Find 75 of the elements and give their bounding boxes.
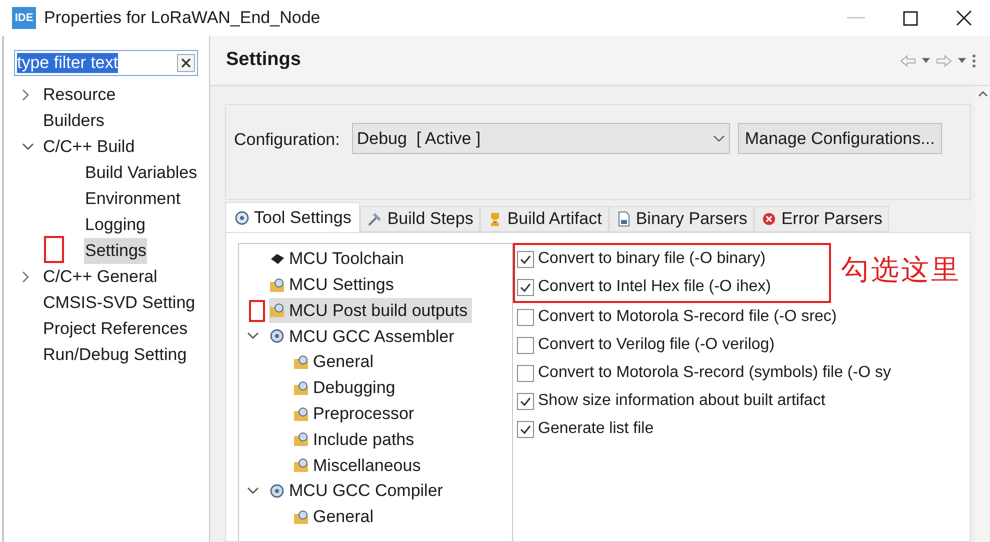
scroll-up-icon[interactable] xyxy=(978,90,988,97)
tree-item[interactable]: MCU Post build outputs xyxy=(269,298,472,324)
tree-item[interactable]: Preprocessor xyxy=(293,400,418,426)
checkbox[interactable] xyxy=(517,392,534,410)
window-title: Properties for LoRaWAN_End_Node xyxy=(44,7,320,30)
tree-item[interactable]: MCU Settings xyxy=(269,272,398,298)
configuration-dropdown[interactable]: Debug [ Active ] xyxy=(352,123,730,154)
nav-item[interactable]: Environment xyxy=(84,186,182,212)
filter-field[interactable]: type filter text xyxy=(14,50,198,76)
page-title: Settings xyxy=(226,48,301,72)
chevron-down-icon xyxy=(712,134,725,142)
tree-item[interactable]: General xyxy=(293,349,378,375)
configuration-label: Configuration: xyxy=(234,129,340,151)
checkbox[interactable] xyxy=(517,420,534,438)
checkbox[interactable] xyxy=(517,308,534,326)
chevron-right-icon[interactable] xyxy=(22,271,30,283)
nav-item[interactable]: CMSIS-SVD Setting xyxy=(42,290,196,316)
hammer-icon xyxy=(367,211,384,227)
dropdown-icon[interactable] xyxy=(922,58,930,63)
tab[interactable]: Build Artifact xyxy=(480,206,609,232)
tree-item[interactable]: MCU Toolchain xyxy=(269,246,408,272)
nav-item[interactable]: Resource xyxy=(42,82,117,108)
nav-item[interactable]: Logging xyxy=(84,212,147,238)
tree-item[interactable]: MCU GCC Assembler xyxy=(269,324,458,350)
tab[interactable]: Error Parsers xyxy=(754,206,890,232)
checkbox-option[interactable]: Convert to Motorola S-record (symbols) file (-O sy xyxy=(517,359,891,387)
tree-item[interactable]: General xyxy=(293,504,378,530)
annotation-box xyxy=(44,236,64,263)
checkbox[interactable] xyxy=(517,278,534,296)
folder-gear-icon xyxy=(293,431,309,448)
nav-item[interactable]: Run/Debug Setting xyxy=(42,342,188,368)
app-logo: IDE xyxy=(12,7,36,29)
nav-item[interactable]: Settings xyxy=(84,238,148,264)
checkbox-option[interactable]: Generate list file xyxy=(517,415,654,443)
nav-item[interactable]: C/C++ General xyxy=(42,264,158,290)
folder-gear-icon xyxy=(293,406,309,422)
folder-gear-icon xyxy=(269,302,285,318)
folder-gear-icon xyxy=(293,380,309,396)
tab[interactable]: Tool Settings xyxy=(225,202,360,232)
folder-gear-icon xyxy=(293,508,309,525)
chevron-down-icon[interactable] xyxy=(22,143,34,151)
checkbox-option[interactable]: Convert to Intel Hex file (-O ihex) xyxy=(517,273,771,301)
nav-item[interactable]: C/C++ Build xyxy=(42,134,136,160)
tree-item[interactable]: MCU GCC Compiler xyxy=(269,478,447,504)
annotation-box xyxy=(249,300,265,322)
more-icon[interactable] xyxy=(972,54,976,68)
maximize-icon[interactable] xyxy=(903,10,918,26)
clear-icon[interactable] xyxy=(177,54,195,72)
nav-item[interactable]: Project References xyxy=(42,316,189,342)
folder-gear-icon xyxy=(269,276,285,293)
nav-item[interactable]: Build Variables xyxy=(84,160,198,186)
chevron-down-icon[interactable] xyxy=(247,332,259,340)
chevron-right-icon[interactable] xyxy=(22,89,30,101)
tab[interactable]: Binary Parsers xyxy=(608,206,754,232)
tab[interactable]: Build Steps xyxy=(360,206,480,232)
folder-gear-icon xyxy=(293,457,309,474)
checkbox[interactable] xyxy=(517,250,534,268)
checkbox[interactable] xyxy=(517,364,534,382)
chevron-down-icon[interactable] xyxy=(247,487,259,496)
checkbox-option[interactable]: Convert to binary file (-O binary) xyxy=(517,245,766,273)
checkbox-option[interactable]: Convert to Motorola S-record file (-O srec) xyxy=(517,303,837,331)
document-icon xyxy=(616,211,632,227)
dropdown-icon[interactable] xyxy=(958,58,966,63)
checkbox-option[interactable]: Convert to Verilog file (-O verilog) xyxy=(517,331,775,359)
close-icon[interactable] xyxy=(956,10,972,26)
tree-item[interactable]: Miscellaneous xyxy=(293,452,425,478)
folder-gear-icon xyxy=(293,354,309,370)
checkbox-option[interactable]: Show size information about built artifact xyxy=(517,387,826,415)
nav-item[interactable]: Builders xyxy=(42,108,106,134)
tree-item[interactable]: Include paths xyxy=(293,426,418,452)
annotation-text: 勾选这里 xyxy=(841,252,961,288)
manage-configurations-button[interactable]: Manage Configurations... xyxy=(738,123,942,154)
tree-item[interactable]: Debugging xyxy=(293,375,400,401)
checkbox[interactable] xyxy=(517,336,534,354)
error-icon xyxy=(761,211,778,227)
